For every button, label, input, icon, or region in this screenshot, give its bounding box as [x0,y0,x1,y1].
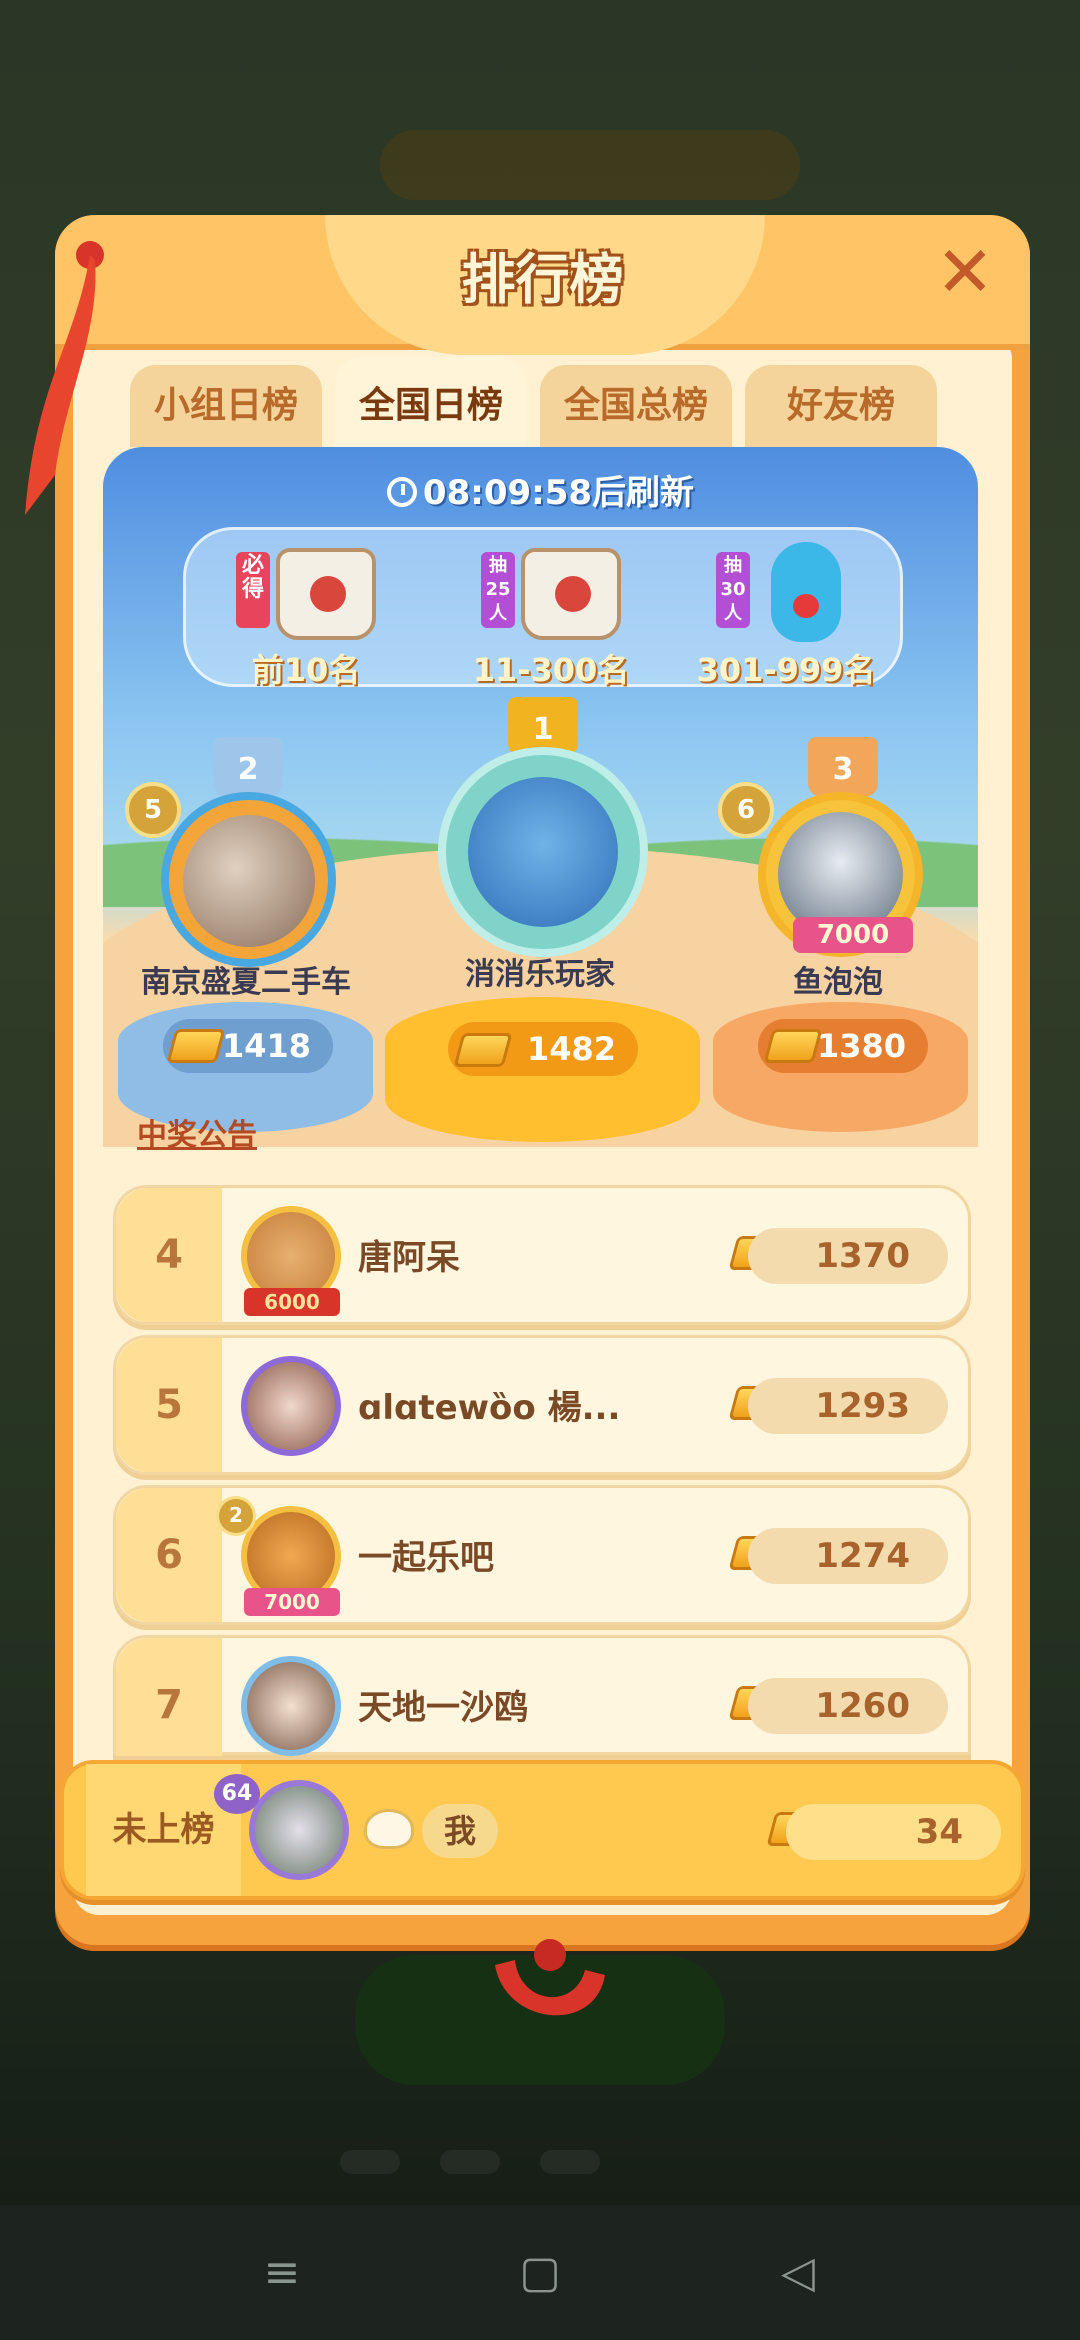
announcement-link[interactable]: 中奖公告 [137,1110,257,1154]
page-title: 排行榜 [461,248,624,311]
player-name: 南京盛夏二手车 [141,965,351,1000]
avatar [468,777,618,927]
refresh-timer: 08:09:58后刷新 [103,465,978,514]
gold-icon [166,1029,226,1063]
player-name: 唐阿呆 [358,1238,460,1278]
score-value: 1370 [748,1228,948,1284]
prize-tag: 必得 [236,552,270,628]
clock-icon [386,477,417,507]
home-icon[interactable]: ▢ [480,2205,600,2340]
prize-range: 前10名 [251,651,361,689]
level-badge: 64 [214,1774,260,1814]
bunny-icon [364,1809,414,1849]
player-name: 消消乐玩家 [465,957,615,992]
score-value: 1380 [816,1027,906,1065]
close-button[interactable]: ✕ [930,237,1000,307]
player-name: 一起乐吧 [358,1538,494,1578]
row-rank: 4 [116,1188,222,1322]
tab-national-daily[interactable]: 全国日榜 [335,357,527,447]
podium-third[interactable]: 3 7000 6 鱼泡泡 1380 [103,447,968,1132]
my-rank-row[interactable]: 未上榜 64 我 34 [60,1760,1025,1900]
avatar [183,815,315,947]
bear-icon [771,542,841,642]
tab-national-total[interactable]: 全国总榜 [540,365,732,447]
row-rank: 5 [116,1338,222,1472]
player-name: 鱼泡泡 [793,965,883,1000]
player-name: 天地一沙鸥 [358,1688,528,1728]
gold-icon [453,1033,513,1067]
table-row[interactable]: 6 2 7000 一起乐吧 1274 [113,1485,971,1625]
table-row[interactable]: 4 6000 唐阿呆 1370 [113,1185,971,1325]
score-value: 1293 [748,1378,948,1434]
level-badge: 2 [216,1496,256,1536]
prize-range: 301-999名 [696,651,876,689]
crown-icon: 2 [213,737,283,797]
prize-tier-1: 必得 前10名 [196,540,416,690]
avatar [249,1780,349,1880]
player-name: ɑlɑtewȍo 楊... [358,1388,621,1428]
prize-tag: 抽25人 [481,552,515,628]
prize-tier-3: 抽30人 301-999名 [676,540,896,690]
row-rank: 6 [116,1488,222,1622]
system-nav-bar: ≡ ▢ ◁ [0,2205,1080,2340]
score-value: 1260 [748,1678,948,1734]
podium-board: 08:09:58后刷新 必得 前10名 抽25人 11-300名 抽30人 30… [103,447,978,1147]
bag-icon [521,548,621,640]
ribbon-knot-decoration [495,1939,605,2016]
score-value: 1274 [748,1528,948,1584]
leaderboard-panel: 排行榜 ✕ 小组日榜 全国日榜 全国总榜 好友榜 08:09:58后刷新 必得 … [25,215,1030,1945]
table-row[interactable]: 7 天地一沙鸥 1260 [113,1635,971,1756]
prize-range: 11-300名 [472,651,630,689]
score-value: 1418 [221,1027,311,1065]
avatar-frame-label: 7000 [244,1588,340,1616]
avatar-frame-label: 7000 [793,917,913,953]
table-row[interactable]: 5 ɑlɑtewȍo 楊... 1293 [113,1335,971,1475]
prize-tier-2: 抽25人 11-300名 [441,540,661,690]
level-badge: 6 [718,782,774,838]
score-value: 1482 [526,1030,616,1068]
prize-panel[interactable]: 必得 前10名 抽25人 11-300名 抽30人 301-999名 [183,527,903,690]
my-name: 我 [422,1804,498,1858]
row-rank: 7 [116,1638,222,1756]
avatar [241,1356,341,1456]
gold-icon [763,1029,823,1063]
refresh-timer-text: 08:09:58后刷新 [422,473,695,513]
bag-icon [276,548,376,640]
menu-icon[interactable]: ≡ [222,2205,342,2340]
back-icon[interactable]: ◁ [738,2205,858,2340]
score-value: 34 [786,1804,1001,1860]
level-badge: 5 [125,782,181,838]
crown-icon: 3 [808,737,878,797]
tab-group-daily[interactable]: 小组日榜 [130,365,322,447]
avatar-frame-label: 6000 [244,1288,340,1316]
tab-friends[interactable]: 好友榜 [745,365,937,447]
prize-tag: 抽30人 [716,552,750,628]
panel-header: 排行榜 ✕ [55,215,1030,355]
avatar [241,1656,341,1756]
